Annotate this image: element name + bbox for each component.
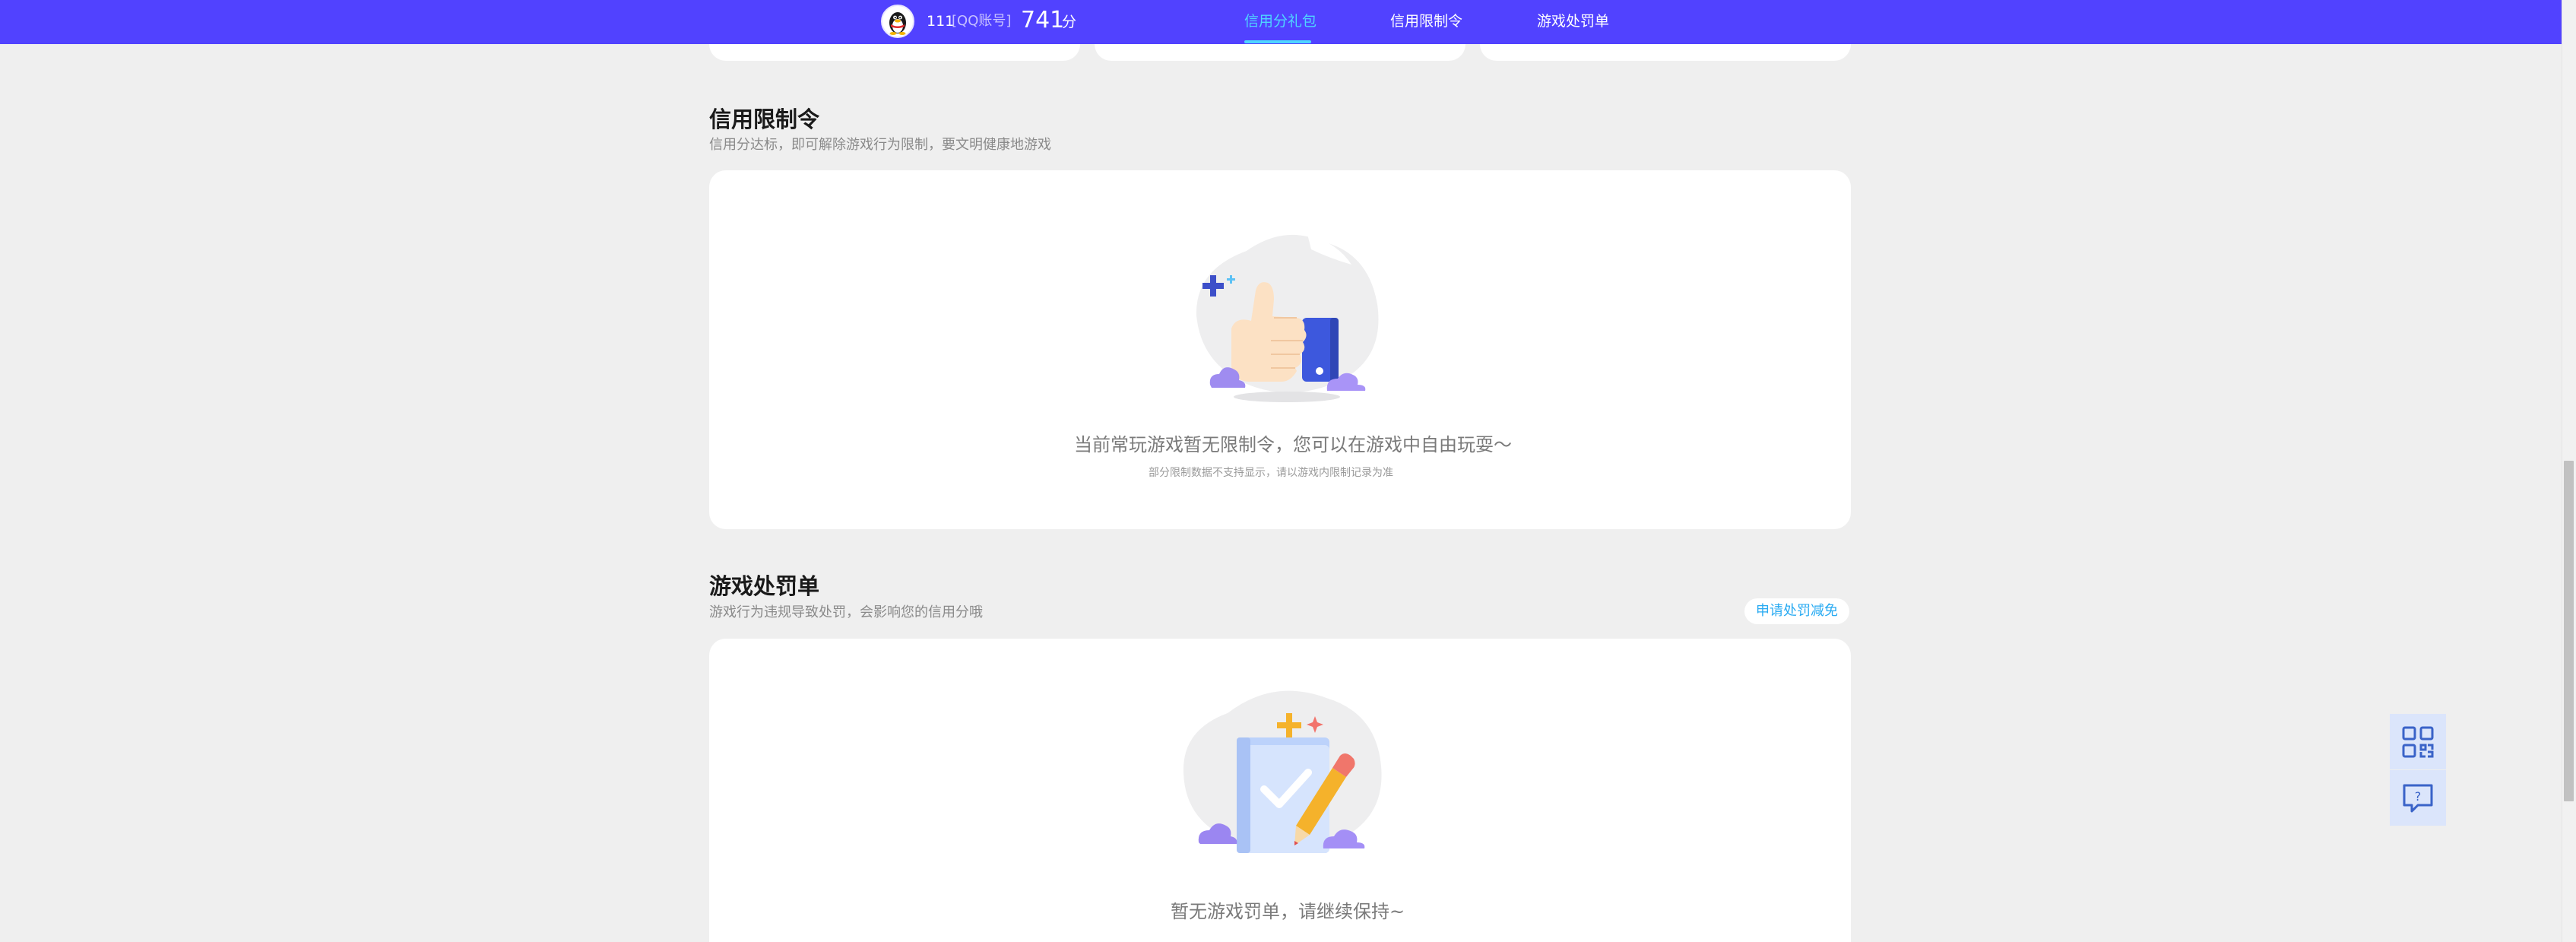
tab-credit-restriction[interactable]: 信用限制令 (1390, 11, 1462, 31)
penalty-card: 暂无游戏罚单，请继续保持~ (709, 639, 1851, 942)
restriction-section-title: 信用限制令 (709, 106, 820, 132)
apply-penalty-reduction-button[interactable]: 申请处罚减免 (1744, 598, 1849, 624)
clipboard-check-icon (1183, 690, 1382, 853)
qr-code-button[interactable] (2390, 714, 2446, 769)
penalty-empty-message: 暂无游戏罚单，请继续保持~ (1171, 901, 1405, 922)
penalty-section-subtitle: 游戏行为违规导致处罚，会影响您的信用分哦 (709, 604, 983, 620)
active-tab-indicator (1244, 40, 1311, 43)
scrollbar-thumb[interactable] (2564, 461, 2574, 801)
user-avatar[interactable] (881, 5, 914, 38)
help-chat-icon: ? (2403, 784, 2433, 812)
user-id: 111 (927, 13, 955, 30)
tab-credit-gift[interactable]: 信用分礼包 (1244, 11, 1317, 31)
restriction-card: 当前常玩游戏暂无限制令，您可以在游戏中自由玩耍～ 部分限制数据不支持显示，请以游… (709, 170, 1851, 529)
help-button[interactable]: ? (2390, 770, 2446, 826)
thumbs-up-icon (1196, 234, 1379, 402)
tab-game-penalty[interactable]: 游戏处罚单 (1537, 11, 1609, 31)
restriction-empty-message: 当前常玩游戏暂无限制令，您可以在游戏中自由玩耍～ (1074, 434, 1512, 455)
qr-code-icon (2402, 726, 2434, 757)
credit-score-unit: 分 (1062, 14, 1077, 30)
svg-text:?: ? (2415, 789, 2422, 804)
penalty-section-title: 游戏处罚单 (709, 573, 820, 599)
top-nav-bar: 111 [QQ账号] 741 分 信用分礼包 信用限制令 游戏处罚单 (0, 0, 2562, 44)
restriction-section-subtitle: 信用分达标，即可解除游戏行为限制，要文明健康地游戏 (709, 137, 1051, 153)
credit-score-value: 741 (1021, 7, 1065, 33)
account-type-label: [QQ账号] (952, 13, 1012, 29)
qq-penguin-icon (889, 12, 906, 35)
restriction-empty-note: 部分限制数据不支持显示，请以游戏内限制记录为准 (1149, 467, 1393, 479)
